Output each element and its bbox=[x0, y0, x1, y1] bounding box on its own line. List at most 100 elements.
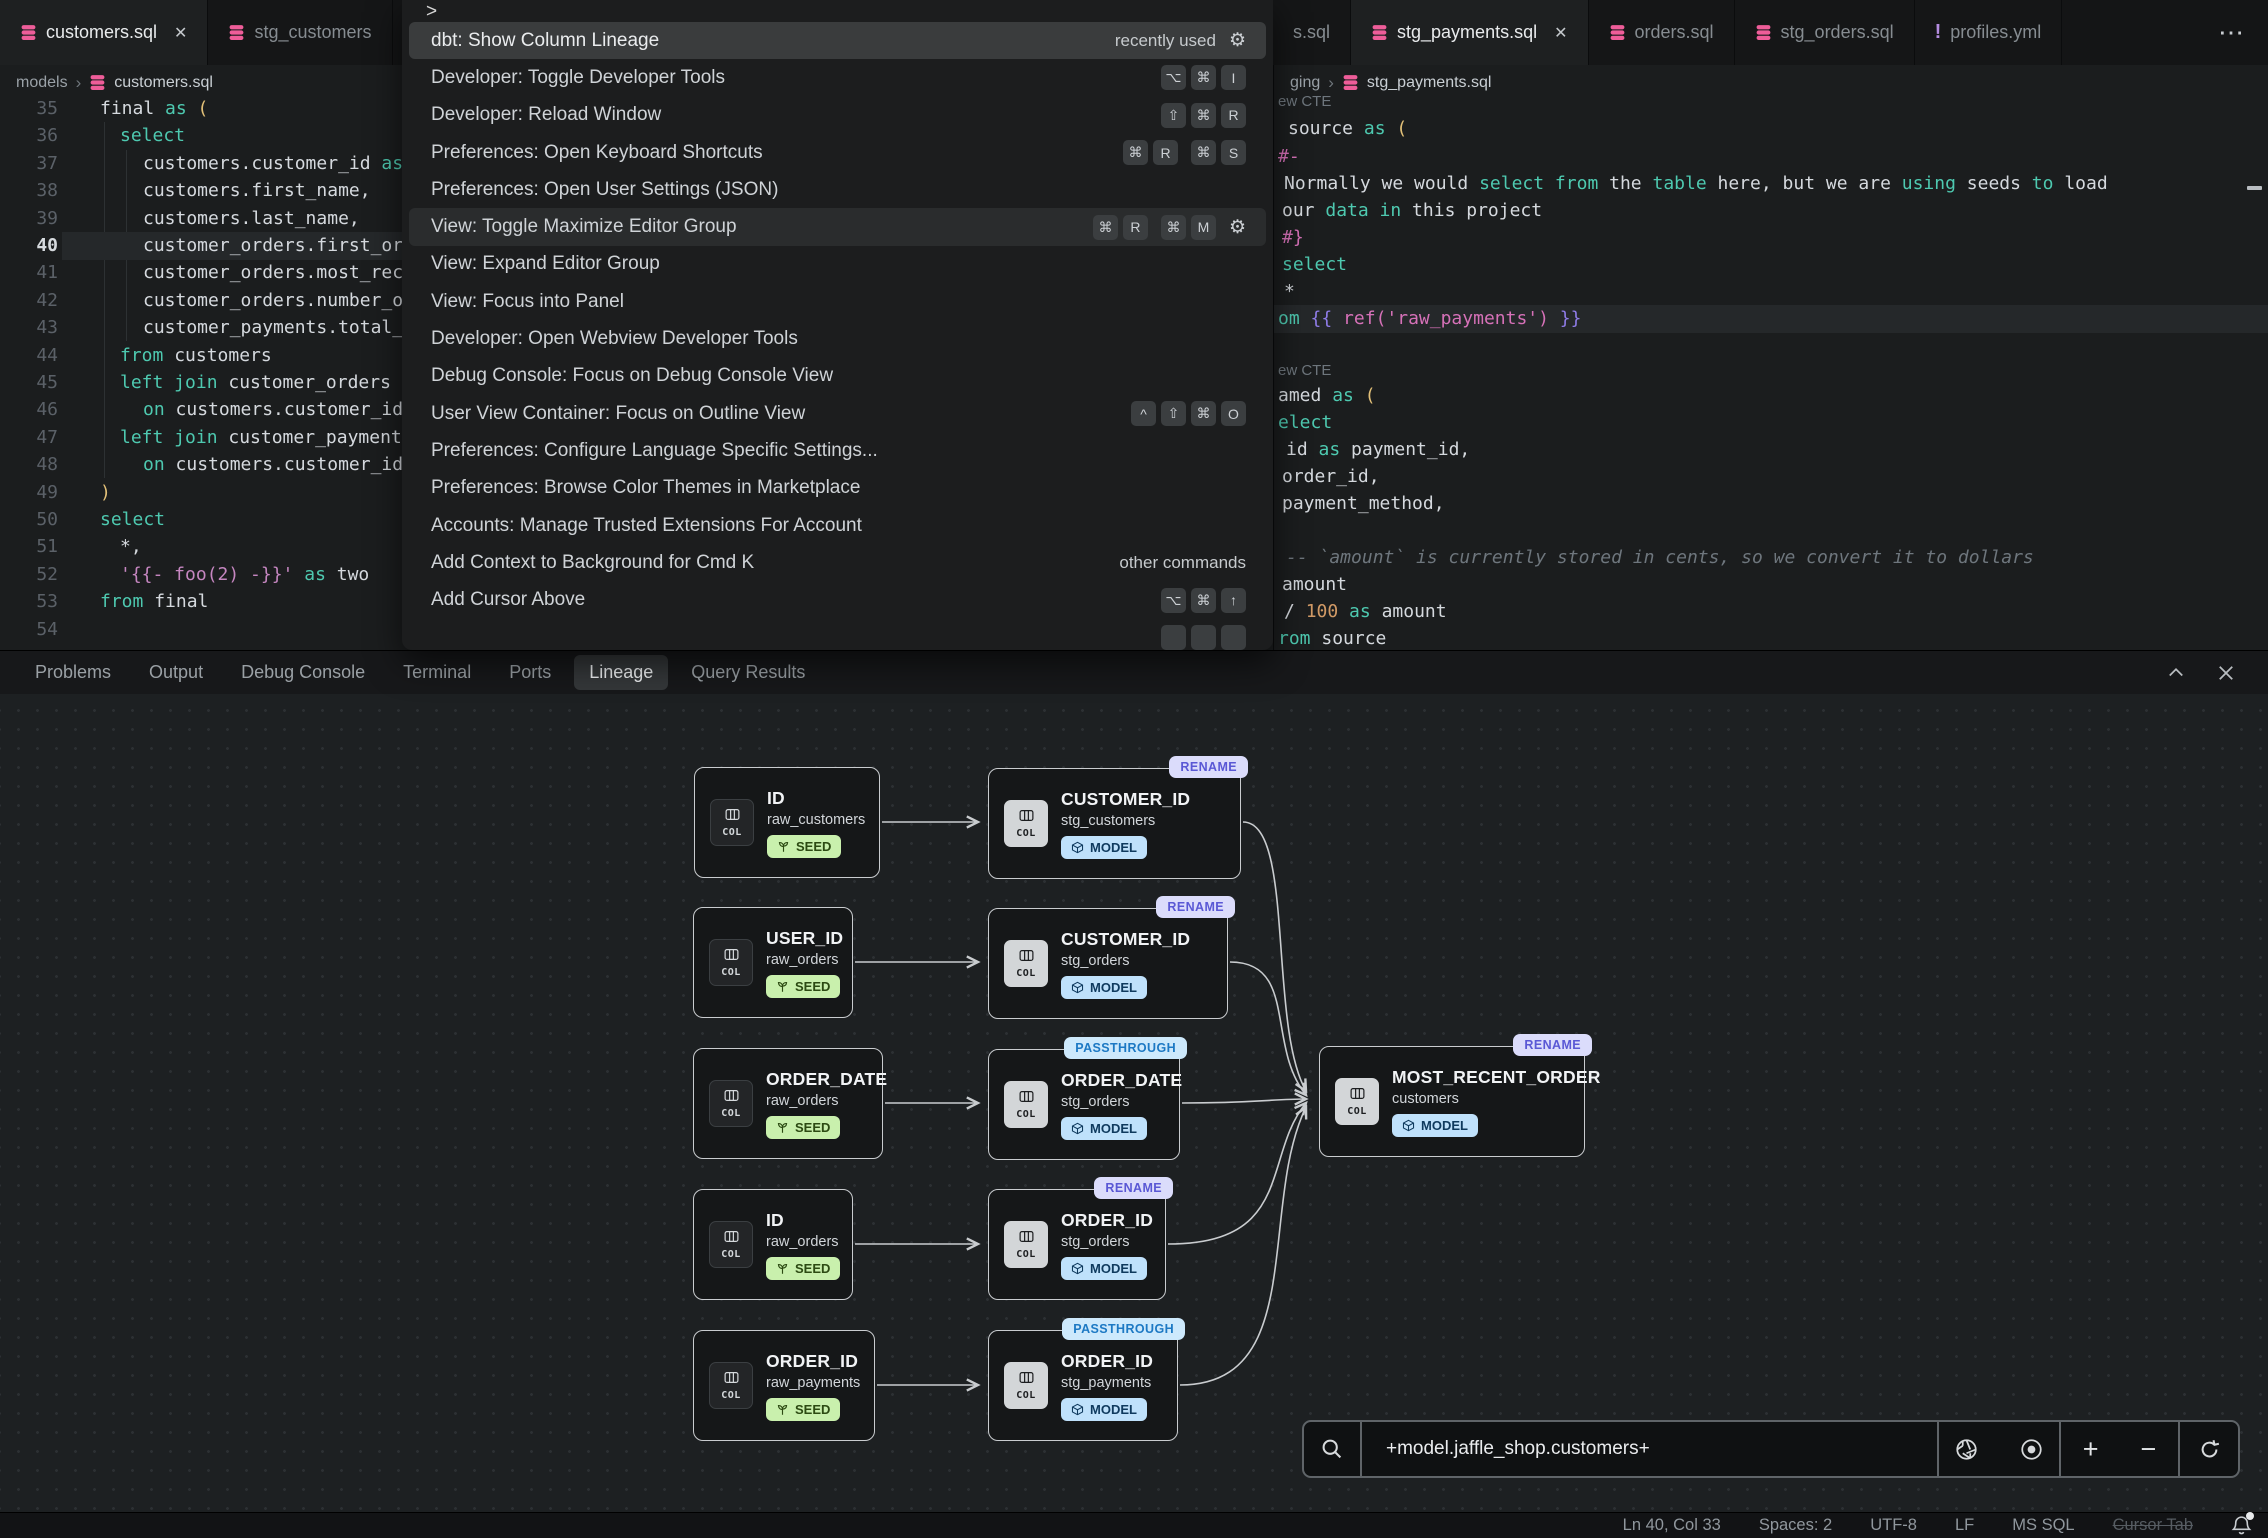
command-item[interactable] bbox=[409, 619, 1266, 650]
seed-badge: SEED bbox=[766, 1398, 840, 1421]
tab-stg_customers[interactable]: stg_customers bbox=[208, 0, 392, 65]
command-palette-input[interactable]: > bbox=[402, 0, 1273, 22]
status-item-cursor-tab[interactable]: Cursor Tab bbox=[2113, 1516, 2193, 1535]
refresh-icon[interactable] bbox=[2180, 1422, 2238, 1476]
lineage-node-stg_orders-order_date[interactable]: COLORDER_DATEstg_ordersMODELPASSTHROUGH bbox=[988, 1049, 1180, 1160]
command-item[interactable]: View: Expand Editor Group bbox=[409, 246, 1266, 283]
command-item-extras: ^⇧⌘O bbox=[1131, 401, 1246, 426]
aperture-icon[interactable] bbox=[1954, 1437, 1979, 1462]
command-item[interactable]: Debug Console: Focus on Debug Console Vi… bbox=[409, 358, 1266, 395]
zoom-in-button[interactable]: + bbox=[2083, 1436, 2099, 1463]
gear-icon[interactable]: ⚙ bbox=[1229, 218, 1246, 237]
breadcrumb-file[interactable]: customers.sql bbox=[114, 74, 213, 92]
close-icon[interactable]: ✕ bbox=[1554, 23, 1567, 43]
search-icon[interactable] bbox=[1304, 1422, 1362, 1476]
command-item[interactable]: User View Container: Focus on Outline Vi… bbox=[409, 395, 1266, 432]
lineage-node-raw_payments-order_id[interactable]: COLORDER_IDraw_paymentsSEED bbox=[693, 1330, 875, 1441]
node-subtitle: stg_customers bbox=[1061, 813, 1155, 829]
code-line: on customers.customer_id bbox=[143, 396, 403, 423]
tab-orders.sql[interactable]: orders.sql bbox=[1589, 0, 1735, 65]
tab-profiles.yml[interactable]: !profiles.yml bbox=[1915, 0, 2063, 65]
breadcrumb[interactable]: ging › stg_payments.sql bbox=[1290, 70, 1491, 95]
keycap bbox=[1191, 625, 1216, 650]
status-item-lf[interactable]: LF bbox=[1955, 1516, 1974, 1535]
command-item[interactable]: Preferences: Open Keyboard Shortcuts⌘R⌘S bbox=[409, 134, 1266, 171]
breadcrumb[interactable]: models › customers.sql bbox=[16, 70, 213, 95]
command-item-label: User View Container: Focus on Outline Vi… bbox=[431, 403, 1131, 425]
panel-tab-terminal[interactable]: Terminal bbox=[388, 655, 486, 690]
column-icon-label: COL bbox=[1016, 1249, 1036, 1260]
lineage-node-stg_payments-order_id[interactable]: COLORDER_IDstg_paymentsMODELPASSTHROUGH bbox=[988, 1330, 1178, 1441]
command-item[interactable]: View: Focus into Panel bbox=[409, 283, 1266, 320]
line-number: 42 bbox=[0, 287, 58, 314]
more-actions-icon[interactable]: ⋯ bbox=[2204, 0, 2260, 65]
keycap: ⌘ bbox=[1123, 140, 1148, 165]
status-item-utf-8[interactable]: UTF-8 bbox=[1870, 1516, 1917, 1535]
zoom-out-button[interactable]: − bbox=[2141, 1436, 2157, 1463]
lineage-node-raw_customers-id[interactable]: COLIDraw_customersSEED bbox=[694, 767, 880, 878]
command-item[interactable]: Add Context to Background for Cmd Kother… bbox=[409, 544, 1266, 581]
lineage-node-stg_orders-order_id[interactable]: COLORDER_IDstg_ordersMODELRENAME bbox=[988, 1189, 1166, 1300]
tab-group-left: customers.sql✕stg_customers bbox=[0, 0, 393, 65]
tab-stg_payments.sql[interactable]: stg_payments.sql✕ bbox=[1351, 0, 1588, 65]
chevron-up-icon[interactable] bbox=[2166, 663, 2186, 683]
seed-badge: SEED bbox=[766, 975, 840, 998]
close-panel-icon[interactable] bbox=[2216, 663, 2236, 683]
close-icon[interactable]: ✕ bbox=[174, 23, 187, 43]
status-item-spaces-2[interactable]: Spaces: 2 bbox=[1759, 1516, 1832, 1535]
panel-tab-query-results[interactable]: Query Results bbox=[676, 655, 820, 690]
code-line: *, bbox=[120, 533, 142, 560]
status-item-ms-sql[interactable]: MS SQL bbox=[2012, 1516, 2074, 1535]
cube-icon bbox=[1071, 1262, 1084, 1275]
panel-tab-debug-console[interactable]: Debug Console bbox=[226, 655, 380, 690]
panel-tab-problems[interactable]: Problems bbox=[20, 655, 126, 690]
panel-tab-output[interactable]: Output bbox=[134, 655, 218, 690]
keybinding-group: ⌥⌘I bbox=[1161, 65, 1246, 90]
code-line: amed as ( bbox=[1278, 382, 1376, 409]
notifications-bell-icon[interactable] bbox=[2231, 1515, 2252, 1536]
zoom-controls: + − bbox=[2061, 1422, 2180, 1476]
lineage-node-stg_orders-customer_id[interactable]: COLCUSTOMER_IDstg_ordersMODELRENAME bbox=[988, 908, 1228, 1019]
keybinding-group: ⇧⌘R bbox=[1161, 103, 1246, 128]
command-item[interactable]: Preferences: Configure Language Specific… bbox=[409, 432, 1266, 469]
lineage-toolbar bbox=[1939, 1422, 2061, 1476]
command-item[interactable]: Developer: Reload Window⇧⌘R bbox=[409, 97, 1266, 134]
breadcrumb-path[interactable]: ging bbox=[1290, 74, 1320, 92]
status-item-ln-40-col-33[interactable]: Ln 40, Col 33 bbox=[1623, 1516, 1721, 1535]
panel-tab-ports[interactable]: Ports bbox=[494, 655, 566, 690]
command-item[interactable]: View: Toggle Maximize Editor Group⌘R⌘M⚙ bbox=[409, 208, 1266, 245]
lineage-search-input[interactable] bbox=[1384, 1437, 1915, 1461]
line-number: 44 bbox=[0, 342, 58, 369]
lineage-canvas[interactable]: COLIDraw_customersSEED COLUSER_IDraw_orde… bbox=[0, 694, 2268, 1538]
command-item[interactable]: Developer: Open Webview Developer Tools bbox=[409, 320, 1266, 357]
keycap: R bbox=[1123, 215, 1148, 240]
command-item[interactable]: Add Cursor Above⌥⌘↑ bbox=[409, 581, 1266, 618]
breadcrumb-file[interactable]: stg_payments.sql bbox=[1367, 74, 1492, 92]
node-subtitle: stg_orders bbox=[1061, 953, 1130, 969]
command-item[interactable]: Preferences: Open User Settings (JSON) bbox=[409, 171, 1266, 208]
panel-tab-lineage[interactable]: Lineage bbox=[574, 655, 668, 690]
line-number: 41 bbox=[0, 259, 58, 286]
command-item[interactable]: Developer: Toggle Developer Tools⌥⌘I bbox=[409, 59, 1266, 96]
gear-icon[interactable]: ⚙ bbox=[1229, 31, 1246, 50]
code-line: left join customer_orders bbox=[120, 369, 391, 396]
tab-s.sql[interactable]: s.sql bbox=[1273, 0, 1351, 65]
code-line: customer_orders.number_o bbox=[143, 287, 403, 314]
breadcrumb-path[interactable]: models bbox=[16, 74, 68, 92]
lineage-node-raw_orders-order_date[interactable]: COLORDER_DATEraw_ordersSEED bbox=[693, 1048, 883, 1159]
command-item[interactable]: Accounts: Manage Trusted Extensions For … bbox=[409, 507, 1266, 544]
column-icon-label: COL bbox=[1016, 828, 1036, 839]
eye-icon[interactable] bbox=[2019, 1437, 2044, 1462]
lineage-node-customers-most_recent_order[interactable]: COLMOST_RECENT_ORDERcustomersMODELRENAME bbox=[1319, 1046, 1585, 1157]
command-item[interactable]: dbt: Show Column Lineagerecently used⚙ bbox=[409, 22, 1266, 59]
lineage-node-stg_customers-customer_id[interactable]: COLCUSTOMER_IDstg_customersMODELRENAME bbox=[988, 768, 1241, 879]
editor-stg-payments-sql[interactable]: ging › stg_payments.sql ew CTEsource as … bbox=[1273, 65, 2268, 650]
lineage-node-raw_orders-id[interactable]: COLIDraw_ordersSEED bbox=[693, 1189, 853, 1300]
tab-customers.sql[interactable]: customers.sql✕ bbox=[0, 0, 208, 65]
tab-stg_orders.sql[interactable]: stg_orders.sql bbox=[1735, 0, 1915, 65]
lineage-node-raw_orders-user_id[interactable]: COLUSER_IDraw_ordersSEED bbox=[693, 907, 853, 1018]
command-prompt: > bbox=[426, 1, 437, 22]
column-icon: COL bbox=[709, 1362, 753, 1409]
node-title: ID bbox=[766, 1210, 784, 1231]
command-item[interactable]: Preferences: Browse Color Themes in Mark… bbox=[409, 470, 1266, 507]
